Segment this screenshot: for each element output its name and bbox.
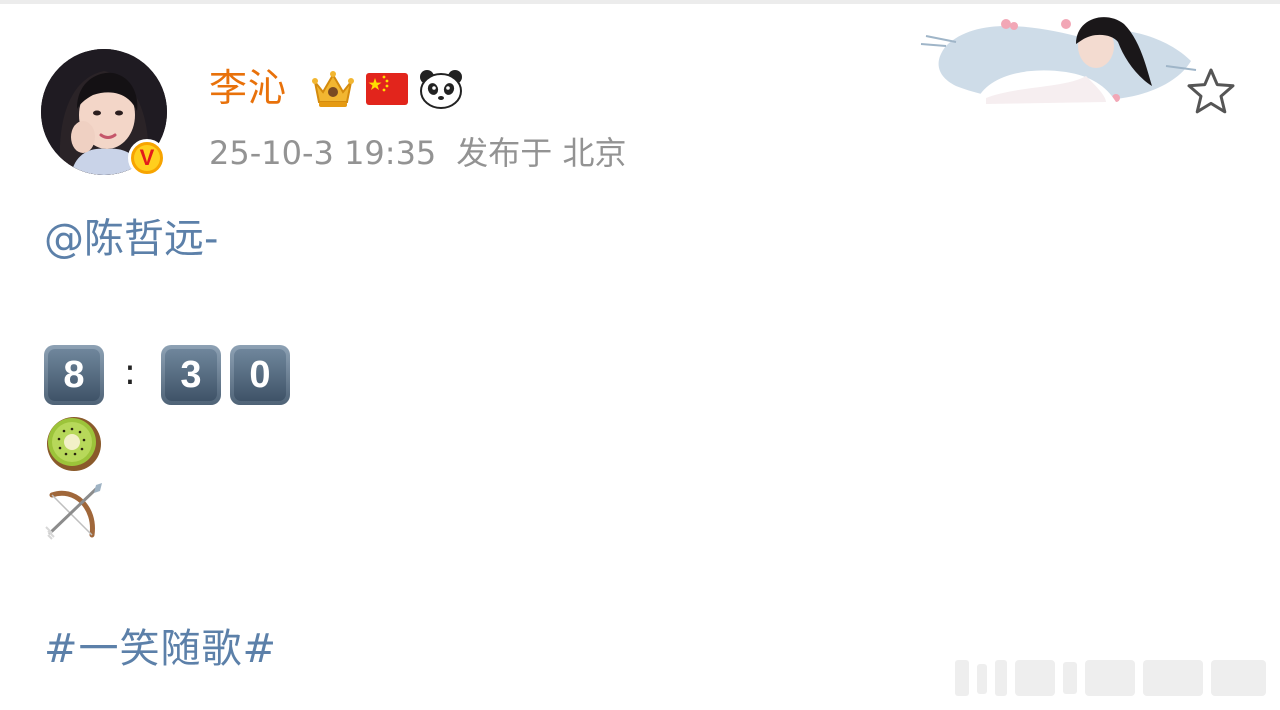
verified-letter: V [134, 145, 160, 171]
keycap-digit: 0 [230, 345, 290, 405]
top-divider [0, 0, 1280, 4]
time-separator: : [123, 352, 137, 393]
keycap-digit-label: 0 [234, 349, 286, 401]
keycap-digit-label: 3 [165, 349, 217, 401]
post-location: 发布于 北京 [456, 134, 627, 172]
mention-link[interactable]: @陈哲远- [44, 213, 218, 265]
author-name[interactable]: 李沁 [209, 64, 287, 112]
post-meta: 25-10-3 19:35 发布于 北京 [209, 131, 626, 175]
verified-badge: V [128, 139, 166, 177]
panda-icon [418, 66, 464, 112]
china-flag-icon [364, 66, 410, 112]
bow-and-arrow-emoji [44, 481, 104, 541]
kiwi-emoji [44, 414, 104, 474]
decorative-banner [916, 6, 1201, 110]
crown-icon[interactable] [310, 66, 356, 112]
keycap-digit: 8 [44, 345, 104, 405]
post-date: 25-10-3 19:35 [209, 134, 437, 172]
hashtag-link[interactable]: #一笑随歌# [44, 623, 277, 675]
keycap-digit-label: 8 [48, 349, 100, 401]
favorite-star-icon[interactable] [1185, 66, 1237, 116]
keycap-digit: 3 [161, 345, 221, 405]
watermark [955, 658, 1270, 698]
